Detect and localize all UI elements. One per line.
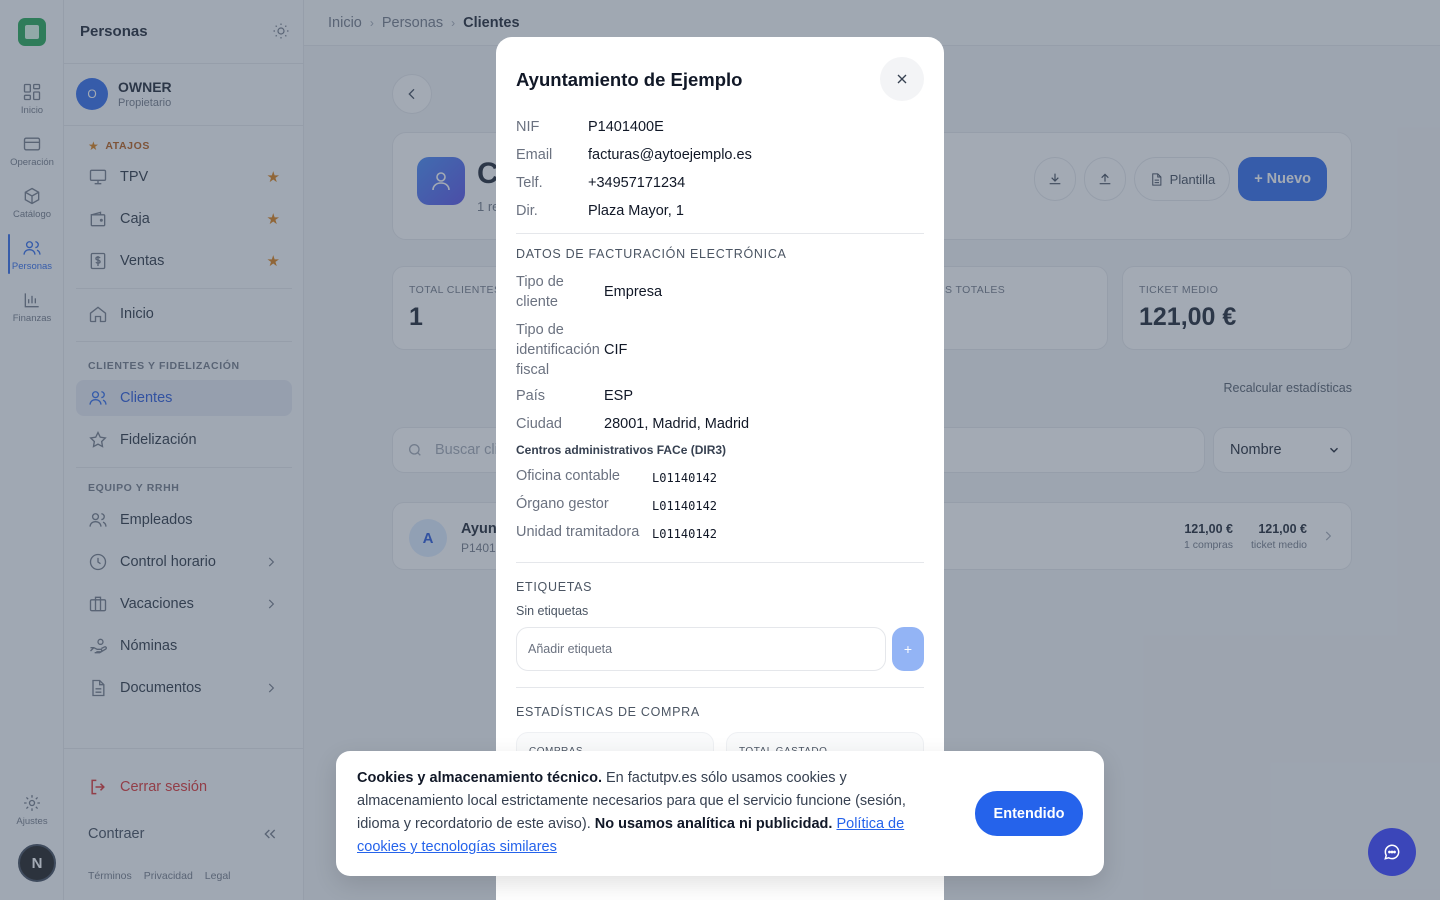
- detail-value: L01140142: [652, 527, 718, 541]
- detail-key: Unidad tramitadora: [516, 524, 640, 540]
- detail-value[interactable]: +34957171234: [588, 175, 685, 191]
- tag-input[interactable]: Añadir etiqueta: [516, 627, 886, 671]
- section-heading-tags: ETIQUETAS: [516, 580, 593, 594]
- detail-oficina-contable: Oficina contable L01140142: [516, 468, 717, 488]
- detail-key: fiscal: [516, 362, 550, 378]
- detail-key: Oficina contable: [516, 468, 620, 484]
- detail-key: Tipo de: [516, 322, 564, 338]
- detail-nif: NIF P1401400E: [516, 119, 664, 135]
- detail-value: P1401400E: [588, 119, 664, 135]
- face-subheading: Centros administrativos FACe (DIR3): [516, 443, 727, 457]
- detail-unidad-tramitadora: Unidad tramitadora L01140142: [516, 524, 717, 544]
- close-icon: [897, 74, 907, 84]
- tag-input-placeholder: Añadir etiqueta: [528, 642, 613, 656]
- cookie-banner: Cookies y almacenamiento técnico. En fac…: [336, 751, 1104, 876]
- tags-empty-text: Sin etiquetas: [516, 604, 589, 618]
- detail-key: Telf.: [516, 175, 543, 191]
- cookie-text: Cookies y almacenamiento técnico. En fac…: [357, 767, 943, 859]
- add-tag-button[interactable]: +: [892, 627, 924, 671]
- detail-key: Email: [516, 147, 553, 163]
- close-button[interactable]: [880, 57, 924, 101]
- detail-client-type: Tipo de cliente Empresa: [516, 272, 662, 312]
- detail-key: Órgano gestor: [516, 496, 609, 512]
- detail-country: País ESP: [516, 388, 633, 404]
- detail-key: cliente: [516, 294, 558, 310]
- detail-value: ESP: [604, 388, 634, 404]
- cookie-no-analytics: No usamos analítica ni publicidad.: [594, 816, 833, 832]
- detail-value[interactable]: facturas@aytoejemplo.es: [588, 147, 752, 163]
- detail-phone: Telf. +34957171234: [516, 175, 685, 191]
- detail-value: Plaza Mayor, 1: [588, 203, 684, 219]
- detail-value: Empresa: [604, 284, 663, 300]
- detail-value: 28001, Madrid, Madrid: [604, 416, 750, 432]
- detail-id-type: Tipo de identificación fiscal CIF: [516, 320, 627, 380]
- section-heading-purchase-stats: ESTADÍSTICAS DE COMPRA: [516, 705, 700, 719]
- detail-key: identificación: [516, 342, 600, 358]
- detail-value: CIF: [604, 342, 628, 358]
- detail-value: L01140142: [652, 471, 718, 485]
- cookie-title: Cookies y almacenamiento técnico.: [357, 770, 602, 786]
- chat-bubble-icon: [1384, 844, 1400, 860]
- detail-organo-gestor: Órgano gestor L01140142: [516, 496, 717, 516]
- detail-key: Ciudad: [516, 416, 562, 432]
- detail-address: Dir. Plaza Mayor, 1: [516, 203, 684, 219]
- detail-email: Email facturas@aytoejemplo.es: [516, 147, 752, 163]
- detail-key: NIF: [516, 119, 540, 135]
- section-heading-einvoice: DATOS DE FACTURACIÓN ELECTRÓNICA: [516, 247, 787, 261]
- detail-value: L01140142: [652, 499, 718, 513]
- detail-key: Tipo de: [516, 274, 564, 290]
- detail-city: Ciudad 28001, Madrid, Madrid: [516, 416, 749, 432]
- detail-key: Dir.: [516, 203, 538, 219]
- detail-key: País: [516, 388, 546, 404]
- modal-title: Ayuntamiento de Ejemplo: [516, 69, 743, 90]
- accept-cookies-button[interactable]: Entendido: [975, 791, 1083, 836]
- chat-button[interactable]: [1368, 828, 1416, 876]
